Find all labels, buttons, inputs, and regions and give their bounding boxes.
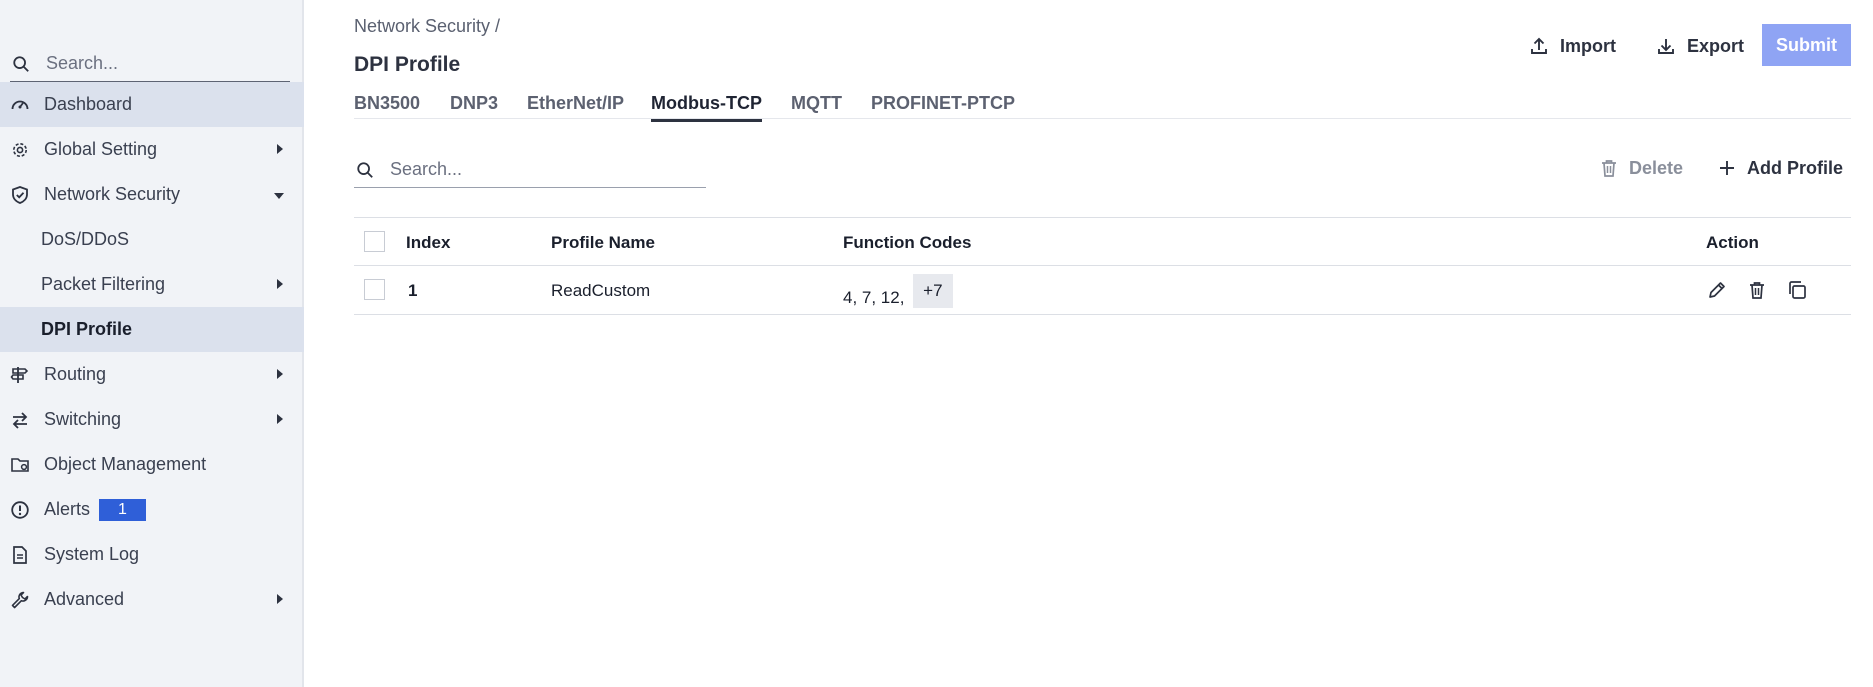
sidebar-item-label: Packet Filtering (41, 274, 166, 294)
row-profile-name: ReadCustom (551, 281, 651, 300)
page-title: DPI Profile (354, 53, 461, 76)
protocol-tabs: BN3500 DNP3 EtherNet/IP Modbus-TCP MQTT … (354, 90, 1851, 122)
caret-down-icon (274, 193, 284, 199)
alerts-count-badge: 1 (99, 499, 146, 521)
sidebar-item-system-log[interactable]: System Log (0, 532, 304, 577)
sidebar-item-switching[interactable]: Switching (0, 397, 304, 442)
column-header-function-codes[interactable]: Function Codes (843, 233, 971, 253)
sidebar-item-label: DoS/DDoS (41, 229, 130, 249)
tab-profinet-ptcp[interactable]: PROFINET-PTCP (871, 93, 1015, 114)
sidebar-item-label: DPI Profile (41, 319, 133, 339)
alert-circle-icon (11, 501, 29, 519)
caret-right-icon (277, 144, 283, 154)
table-header: Index Profile Name Function Codes Action (354, 217, 1851, 266)
sidebar-search-placeholder[interactable]: Search... (46, 53, 118, 74)
trash-icon (1602, 160, 1616, 177)
sidebar-item-dos-ddos[interactable]: DoS/DDoS (0, 217, 304, 262)
import-label: Import (1560, 35, 1616, 56)
sidebar-item-label: System Log (44, 544, 140, 564)
function-codes-list: 4, 7, 12, (843, 288, 905, 307)
shield-icon (12, 186, 28, 204)
log-file-icon (13, 546, 27, 564)
sidebar-item-network-security[interactable]: Network Security (0, 172, 304, 217)
sidebar-item-routing[interactable]: Routing (0, 352, 304, 397)
plus-icon (1720, 161, 1734, 175)
row-function-codes: 4, 7, 12, +7 (843, 274, 953, 315)
copy-icon[interactable] (1786, 279, 1808, 301)
caret-right-icon (277, 279, 283, 289)
caret-right-icon (277, 369, 283, 379)
tab-dnp3[interactable]: DNP3 (450, 93, 498, 114)
sidebar-item-advanced[interactable]: Advanced (0, 577, 304, 622)
profile-search[interactable]: Search... (354, 152, 706, 188)
sidebar-item-global-setting[interactable]: Global Setting (0, 127, 304, 172)
caret-right-icon (277, 414, 283, 424)
sidebar-item-object-management[interactable]: Object Management (0, 442, 304, 487)
row-index: 1 (408, 281, 418, 300)
sidebar-item-dashboard[interactable]: Dashboard (0, 82, 304, 127)
sidebar-item-dpi-profile[interactable]: DPI Profile (0, 307, 304, 352)
upload-icon (1531, 37, 1547, 54)
row-checkbox[interactable] (364, 279, 385, 300)
folder-gear-icon (11, 458, 29, 472)
column-header-index[interactable]: Index (406, 233, 450, 253)
download-icon (1658, 39, 1674, 54)
table-row[interactable]: 1 ReadCustom 4, 7, 12, +7 (354, 266, 1851, 315)
sidebar-item-label: Switching (44, 409, 122, 429)
add-profile-button[interactable]: Add Profile (1717, 156, 1843, 180)
search-icon (357, 161, 373, 178)
signpost-icon (10, 367, 29, 383)
sidebar-search[interactable]: Search... (10, 46, 290, 82)
sidebar-item-label: Dashboard (44, 94, 133, 114)
wrench-icon (11, 591, 29, 609)
tab-bn3500[interactable]: BN3500 (354, 93, 420, 114)
tab-modbus-tcp[interactable]: Modbus-TCP (651, 93, 762, 122)
sidebar-item-alerts[interactable]: Alerts 1 (0, 487, 304, 532)
add-profile-label: Add Profile (1747, 157, 1844, 178)
sidebar-item-packet-filtering[interactable]: Packet Filtering (0, 262, 304, 307)
tab-ethernet-ip[interactable]: EtherNet/IP (527, 93, 624, 114)
export-button[interactable]: Export (1656, 32, 1744, 60)
sidebar-item-label: Alerts (44, 499, 91, 519)
export-label: Export (1687, 35, 1745, 56)
search-icon (13, 55, 29, 72)
switch-arrows-icon (12, 412, 28, 429)
select-all-checkbox[interactable] (364, 231, 385, 252)
import-button[interactable]: Import (1529, 32, 1616, 60)
sidebar-item-label: Object Management (44, 454, 207, 474)
sidebar-item-label: Routing (44, 364, 107, 384)
delete-label: Delete (1629, 157, 1684, 178)
column-header-action: Action (1706, 233, 1759, 252)
delete-button[interactable]: Delete (1599, 156, 1683, 180)
submit-button[interactable]: Submit (1762, 24, 1851, 66)
caret-right-icon (277, 594, 283, 604)
sidebar-item-label: Advanced (44, 589, 125, 609)
profile-search-placeholder[interactable]: Search... (390, 159, 462, 180)
trash-icon[interactable] (1746, 279, 1768, 301)
sidebar-item-label: Network Security (44, 184, 181, 204)
more-codes-chip[interactable]: +7 (913, 274, 953, 308)
column-header-profile-name[interactable]: Profile Name (551, 233, 655, 253)
tab-mqtt[interactable]: MQTT (791, 93, 842, 114)
dashboard-icon (11, 100, 29, 110)
sidebar: Search... Dashboard Global Setting Netwo… (0, 0, 304, 687)
sidebar-item-label: Global Setting (44, 139, 158, 159)
gear-icon (13, 143, 27, 157)
edit-icon[interactable] (1706, 279, 1728, 301)
breadcrumb[interactable]: Network Security / (354, 16, 500, 37)
